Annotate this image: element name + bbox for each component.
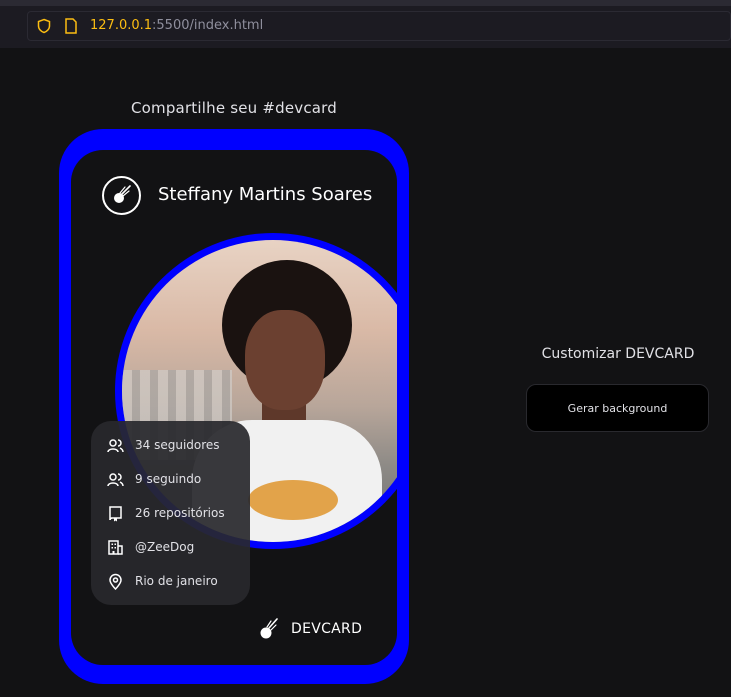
stat-company: @ZeeDog [107, 537, 194, 557]
comet-icon [260, 618, 278, 639]
generate-background-button[interactable]: Gerar background [526, 384, 709, 432]
followers-icon [107, 438, 124, 452]
stat-following: 9 seguindo [107, 469, 201, 489]
stat-location: Rio de janeiro [107, 571, 218, 591]
location-icon [109, 573, 122, 590]
stat-following-label: 9 seguindo [135, 472, 202, 486]
comet-logo-icon [102, 176, 141, 215]
following-icon [107, 472, 124, 486]
devcard-brand-label: DEVCARD [291, 621, 363, 637]
stat-followers: 34 seguidores [107, 435, 220, 455]
devcard-brand: DEVCARD [259, 618, 362, 640]
company-icon [108, 539, 123, 555]
stat-repositories-label: 26 repositórios [135, 506, 225, 520]
url-text[interactable]: 127.0.0.1:5500/index.html [90, 18, 263, 33]
share-title: Compartilhe seu #devcard [130, 99, 338, 117]
page-icon[interactable] [64, 18, 78, 34]
stat-company-label: @ZeeDog [135, 540, 195, 554]
stat-repositories: 26 repositórios [107, 503, 225, 523]
url-host: 127.0.0.1 [90, 18, 153, 33]
stat-location-label: Rio de janeiro [135, 574, 218, 588]
card-user-name: Steffany Martins Soares [158, 184, 373, 205]
address-bar[interactable]: 127.0.0.1:5500/index.html [27, 11, 731, 41]
stat-followers-label: 34 seguidores [135, 438, 220, 452]
profile-stats: 34 seguidores 9 seguindo 26 repositórios [91, 421, 250, 605]
repository-icon [109, 505, 122, 521]
customize-title: Customizar DEVCARD [541, 346, 695, 362]
devcard-inner: Steffany Martins Soares 34 seguidores 9 … [71, 150, 397, 665]
devcard: Steffany Martins Soares 34 seguidores 9 … [59, 129, 409, 684]
shield-icon[interactable] [36, 18, 52, 34]
url-path: :5500/index.html [152, 18, 264, 33]
browser-toolbar: 127.0.0.1:5500/index.html [0, 0, 731, 48]
